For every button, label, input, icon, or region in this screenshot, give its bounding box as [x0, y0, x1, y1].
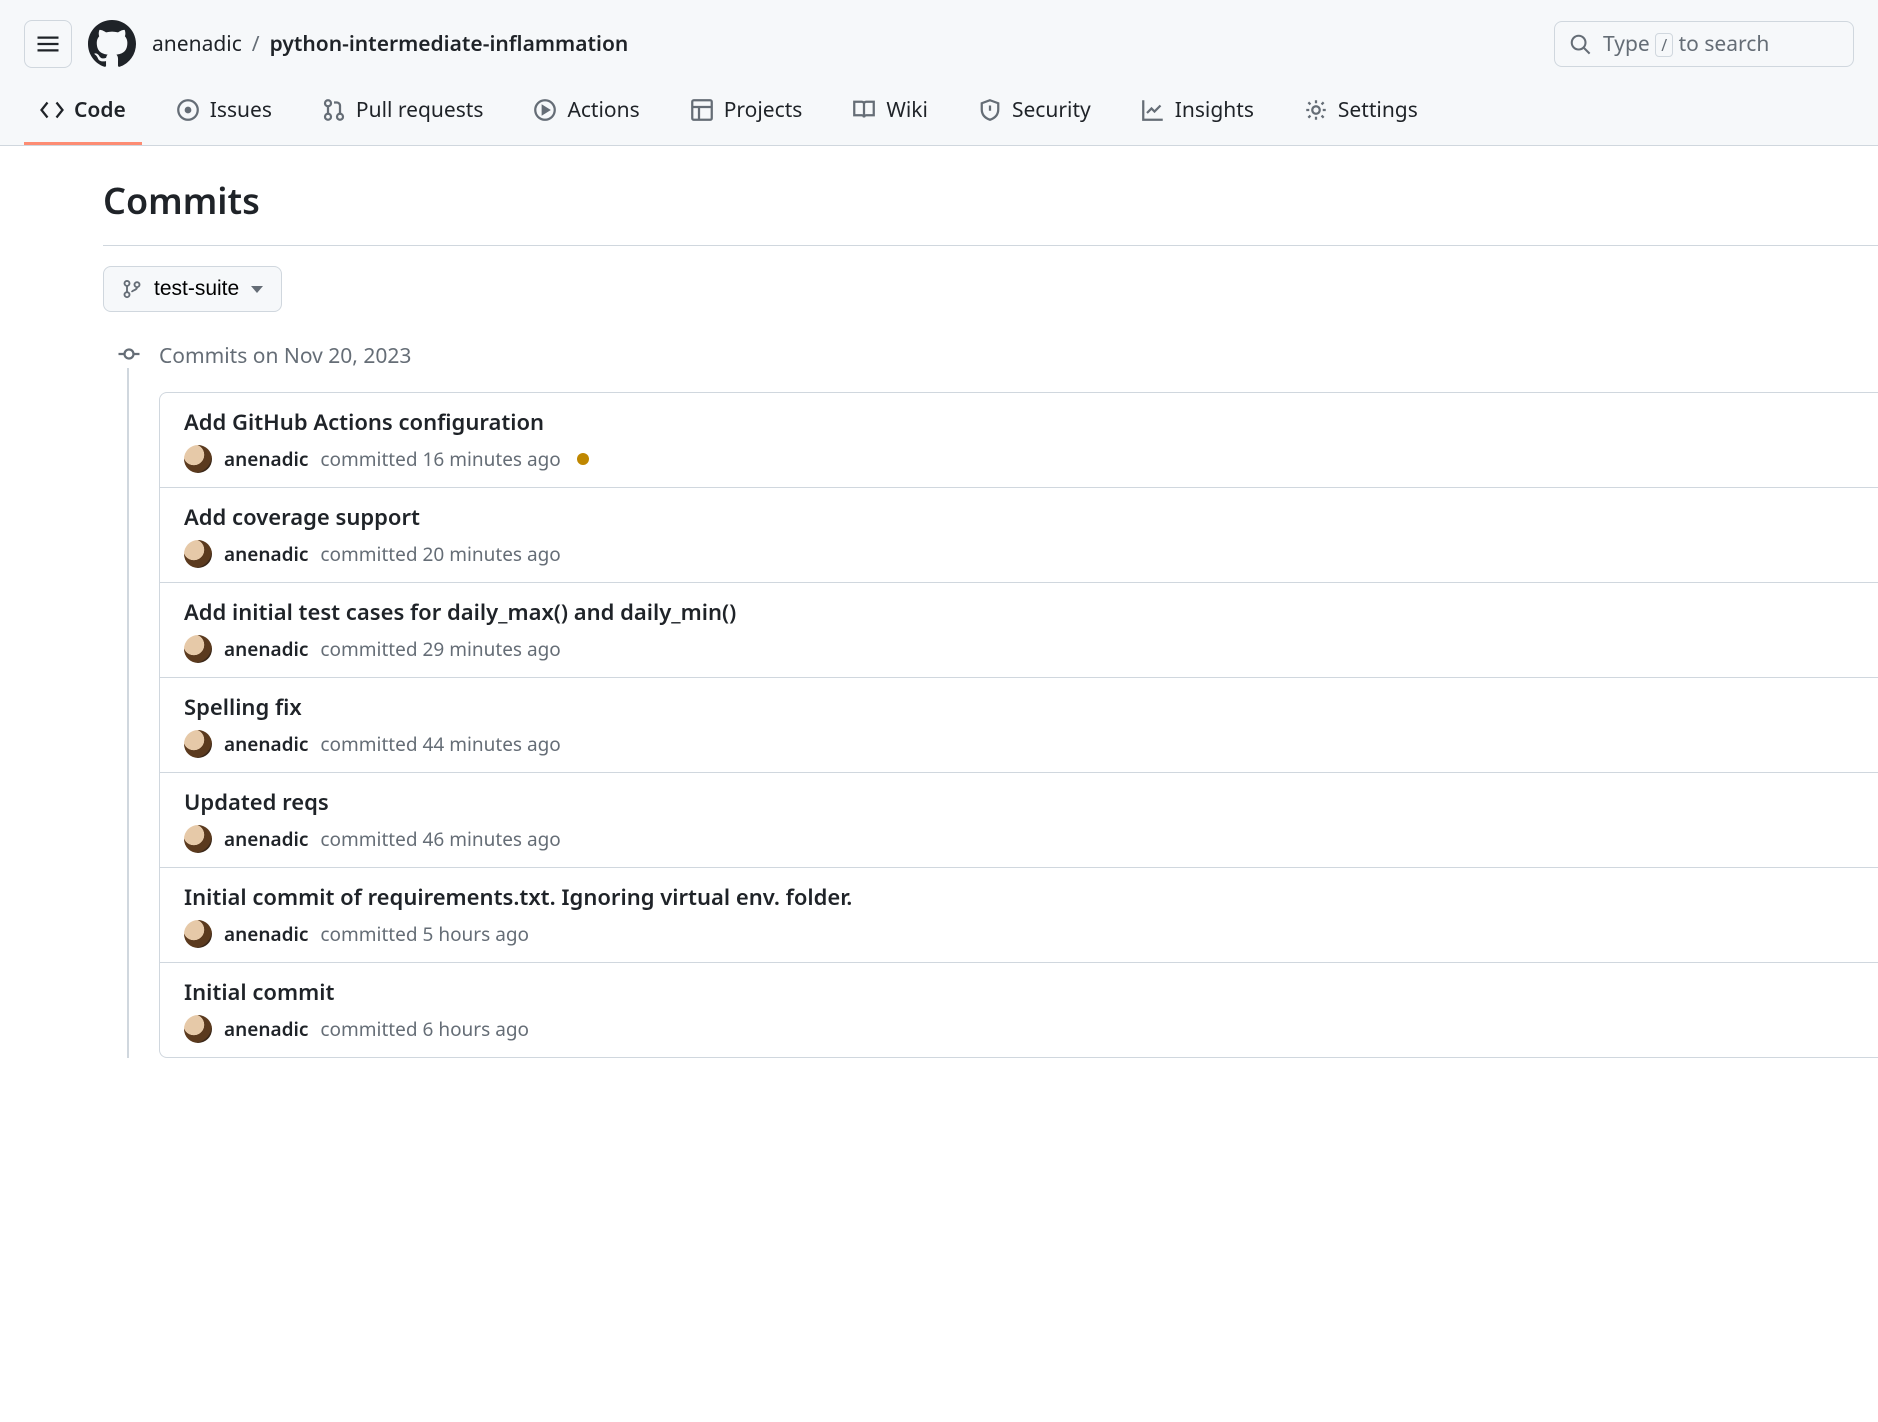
- commit-meta: anenadic committed 46 minutes ago: [184, 825, 1854, 853]
- commit-item: Add coverage support anenadic committed 20…: [160, 488, 1878, 583]
- repo-link[interactable]: python-intermediate-inflammation: [270, 30, 629, 58]
- avatar[interactable]: [184, 445, 212, 473]
- tab-issues[interactable]: Issues: [160, 82, 288, 145]
- avatar[interactable]: [184, 730, 212, 758]
- commit-time: committed 16 minutes ago: [320, 446, 560, 472]
- commit-time: committed 46 minutes ago: [320, 826, 560, 852]
- commit-title-link[interactable]: Initial commit: [184, 977, 334, 1007]
- avatar[interactable]: [184, 1015, 212, 1043]
- hamburger-icon: [36, 32, 60, 56]
- commit-author-link[interactable]: anenadic: [224, 921, 308, 947]
- global-nav-button[interactable]: [24, 20, 72, 68]
- tab-actions[interactable]: Actions: [517, 82, 655, 145]
- commit-author-link[interactable]: anenadic: [224, 731, 308, 757]
- commit-time: committed 29 minutes ago: [320, 636, 560, 662]
- commit-meta: anenadic committed 20 minutes ago: [184, 540, 1854, 568]
- play-icon: [533, 98, 557, 122]
- shield-icon: [978, 98, 1002, 122]
- commit-title-link[interactable]: Updated reqs: [184, 787, 329, 817]
- branch-selector[interactable]: test-suite: [103, 266, 282, 312]
- git-branch-icon: [122, 279, 142, 299]
- tab-pull-requests[interactable]: Pull requests: [306, 82, 500, 145]
- top-bar-head: anenadic / python-intermediate-inflammat…: [0, 0, 1878, 82]
- issue-icon: [176, 98, 200, 122]
- commit-item: Initial commit of requirements.txt. Igno…: [160, 868, 1878, 963]
- tab-settings[interactable]: Settings: [1288, 82, 1434, 145]
- commit-author-link[interactable]: anenadic: [224, 826, 308, 852]
- commit-item: Spelling fix anenadic committed 44 minutes…: [160, 678, 1878, 773]
- commit-meta: anenadic committed 44 minutes ago: [184, 730, 1854, 758]
- branch-name: test-suite: [154, 277, 239, 301]
- commit-time: committed 44 minutes ago: [320, 731, 560, 757]
- commit-item: Updated reqs anenadic committed 46 minutes…: [160, 773, 1878, 868]
- commit-meta: anenadic committed 29 minutes ago: [184, 635, 1854, 663]
- commit-list: Add GitHub Actions configuration anenadic…: [159, 392, 1878, 1058]
- search-hint: Type / to search: [1603, 30, 1769, 58]
- status-pending-icon[interactable]: [577, 453, 589, 465]
- commit-title-link[interactable]: Initial commit of requirements.txt. Igno…: [184, 882, 852, 912]
- table-icon: [690, 98, 714, 122]
- commit-author-link[interactable]: anenadic: [224, 1016, 308, 1042]
- git-pull-request-icon: [322, 98, 346, 122]
- commits-timeline: Commits on Nov 20, 2023 Add GitHub Actio…: [103, 340, 1878, 1058]
- avatar[interactable]: [184, 825, 212, 853]
- tab-insights[interactable]: Insights: [1125, 82, 1270, 145]
- avatar[interactable]: [184, 920, 212, 948]
- divider: [103, 245, 1878, 246]
- chevron-down-icon: [251, 286, 263, 293]
- commit-meta: anenadic committed 16 minutes ago: [184, 445, 1854, 473]
- page-title: Commits: [0, 176, 1878, 225]
- commit-item: Add GitHub Actions configuration anenadic…: [160, 393, 1878, 488]
- tab-code[interactable]: Code: [24, 82, 142, 145]
- tab-security[interactable]: Security: [962, 82, 1107, 145]
- timeline-marker: [115, 340, 143, 368]
- tab-wiki[interactable]: Wiki: [836, 82, 944, 145]
- branch-selector-row: test-suite: [0, 266, 1878, 312]
- slash-key-hint: /: [1655, 33, 1673, 57]
- commit-author-link[interactable]: anenadic: [224, 446, 308, 472]
- breadcrumb-separator: /: [252, 30, 260, 58]
- github-mark-icon: [88, 20, 136, 68]
- breadcrumb: anenadic / python-intermediate-inflammat…: [152, 30, 628, 58]
- code-icon: [40, 98, 64, 122]
- git-commit-icon: [117, 342, 141, 366]
- commit-meta: anenadic committed 6 hours ago: [184, 1015, 1854, 1043]
- commit-title-link[interactable]: Add GitHub Actions configuration: [184, 407, 544, 437]
- commit-item: Add initial test cases for daily_max() a…: [160, 583, 1878, 678]
- gear-icon: [1304, 98, 1328, 122]
- commit-time: committed 20 minutes ago: [320, 541, 560, 567]
- commit-title-link[interactable]: Add initial test cases for daily_max() a…: [184, 597, 736, 627]
- search-icon: [1569, 33, 1591, 55]
- commit-time: committed 6 hours ago: [320, 1016, 529, 1042]
- tab-projects[interactable]: Projects: [674, 82, 819, 145]
- top-bar: anenadic / python-intermediate-inflammat…: [0, 0, 1878, 146]
- search-button[interactable]: Type / to search: [1554, 21, 1854, 67]
- book-icon: [852, 98, 876, 122]
- owner-link[interactable]: anenadic: [152, 30, 242, 58]
- commit-group-date: Commits on Nov 20, 2023: [159, 340, 1878, 392]
- graph-icon: [1141, 98, 1165, 122]
- avatar[interactable]: [184, 540, 212, 568]
- repo-tabs: Code Issues Pull requests Actions Projec…: [0, 82, 1878, 145]
- commit-author-link[interactable]: anenadic: [224, 636, 308, 662]
- commit-title-link[interactable]: Spelling fix: [184, 692, 302, 722]
- main-content: Commits test-suite Commits on Nov 20, 20…: [0, 146, 1878, 1098]
- commit-item: Initial commit anenadic committed 6 hours …: [160, 963, 1878, 1057]
- commit-meta: anenadic committed 5 hours ago: [184, 920, 1854, 948]
- commit-title-link[interactable]: Add coverage support: [184, 502, 420, 532]
- commit-author-link[interactable]: anenadic: [224, 541, 308, 567]
- github-logo-link[interactable]: [88, 20, 136, 68]
- avatar[interactable]: [184, 635, 212, 663]
- commit-time: committed 5 hours ago: [320, 921, 529, 947]
